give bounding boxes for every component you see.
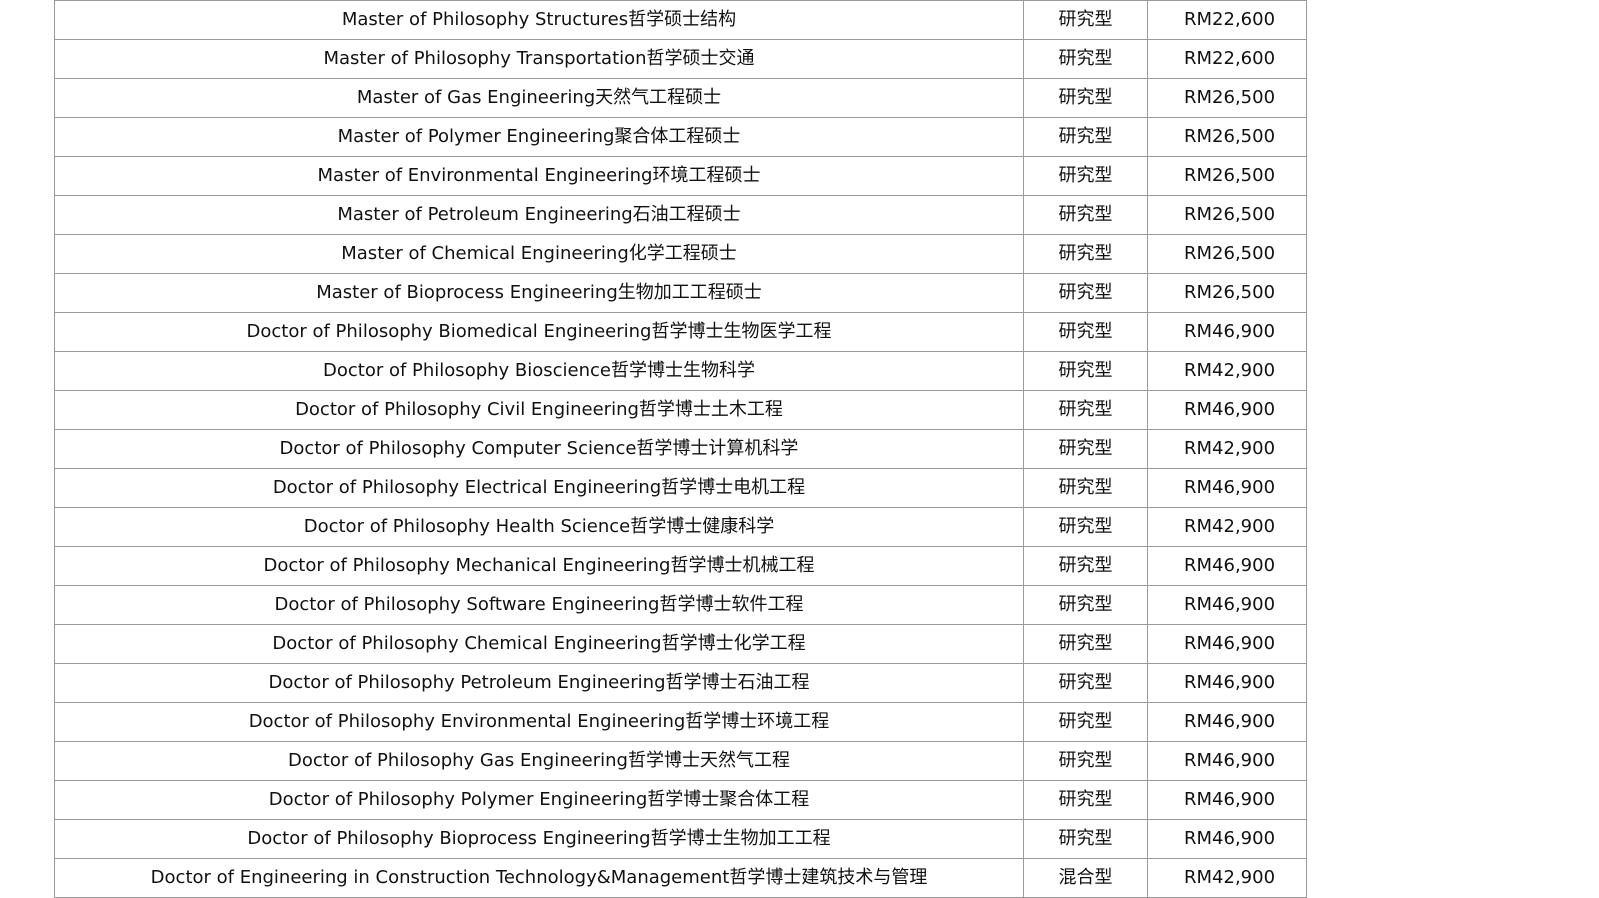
table-row: Doctor of Philosophy Polymer Engineering… bbox=[54, 780, 1307, 820]
table-row: Doctor of Philosophy Petroleum Engineeri… bbox=[54, 663, 1307, 703]
tuition-fee-cell: RM46,900 bbox=[1147, 390, 1307, 430]
tuition-fee-cell: RM26,500 bbox=[1147, 78, 1307, 118]
table-row: Doctor of Philosophy Mechanical Engineer… bbox=[54, 546, 1307, 586]
program-name-cell: Doctor of Philosophy Software Engineerin… bbox=[54, 585, 1024, 625]
table-row: Doctor of Philosophy Health Science哲学博士健… bbox=[54, 507, 1307, 547]
program-type-cell: 混合型 bbox=[1023, 858, 1148, 898]
program-name-cell: Doctor of Philosophy Chemical Engineerin… bbox=[54, 624, 1024, 664]
program-name-cell: Master of Polymer Engineering聚合体工程硕士 bbox=[54, 117, 1024, 157]
program-name-cell: Doctor of Philosophy Bioscience哲学博士生物科学 bbox=[54, 351, 1024, 391]
tuition-fee-cell: RM22,600 bbox=[1147, 39, 1307, 79]
table-row: Master of Polymer Engineering聚合体工程硕士 研究型… bbox=[54, 117, 1307, 157]
program-type-cell: 研究型 bbox=[1023, 663, 1148, 703]
program-name-cell: Doctor of Philosophy Electrical Engineer… bbox=[54, 468, 1024, 508]
program-type-cell: 研究型 bbox=[1023, 0, 1148, 40]
table-row: Master of Philosophy Transportation哲学硕士交… bbox=[54, 39, 1307, 79]
tuition-fee-cell: RM26,500 bbox=[1147, 156, 1307, 196]
program-type-cell: 研究型 bbox=[1023, 156, 1148, 196]
program-type-cell: 研究型 bbox=[1023, 702, 1148, 742]
tuition-fee-cell: RM26,500 bbox=[1147, 117, 1307, 157]
program-name-cell: Master of Chemical Engineering化学工程硕士 bbox=[54, 234, 1024, 274]
table-row: Doctor of Philosophy Biomedical Engineer… bbox=[54, 312, 1307, 352]
tuition-fee-cell: RM46,900 bbox=[1147, 468, 1307, 508]
tuition-fee-cell: RM46,900 bbox=[1147, 663, 1307, 703]
tuition-fee-cell: RM26,500 bbox=[1147, 195, 1307, 235]
tuition-fee-cell: RM26,500 bbox=[1147, 234, 1307, 274]
table-row: Master of Bioprocess Engineering生物加工工程硕士… bbox=[54, 273, 1307, 313]
tuition-fee-cell: RM26,500 bbox=[1147, 273, 1307, 313]
program-name-cell: Doctor of Philosophy Computer Science哲学博… bbox=[54, 429, 1024, 469]
program-type-cell: 研究型 bbox=[1023, 585, 1148, 625]
table-row: Doctor of Philosophy Bioprocess Engineer… bbox=[54, 819, 1307, 859]
program-name-cell: Doctor of Philosophy Gas Engineering哲学博士… bbox=[54, 741, 1024, 781]
program-name-cell: Doctor of Philosophy Civil Engineering哲学… bbox=[54, 390, 1024, 430]
program-type-cell: 研究型 bbox=[1023, 117, 1148, 157]
program-type-cell: 研究型 bbox=[1023, 741, 1148, 781]
table-row: Doctor of Philosophy Computer Science哲学博… bbox=[54, 429, 1307, 469]
tuition-fee-cell: RM42,900 bbox=[1147, 351, 1307, 391]
program-name-cell: Doctor of Philosophy Polymer Engineering… bbox=[54, 780, 1024, 820]
program-type-cell: 研究型 bbox=[1023, 312, 1148, 352]
tuition-fee-cell: RM42,900 bbox=[1147, 429, 1307, 469]
tuition-fee-cell: RM46,900 bbox=[1147, 585, 1307, 625]
tuition-fee-cell: RM22,600 bbox=[1147, 0, 1307, 40]
tuition-fee-cell: RM42,900 bbox=[1147, 858, 1307, 898]
tuition-fee-cell: RM46,900 bbox=[1147, 819, 1307, 859]
table-row: Doctor of Philosophy Environmental Engin… bbox=[54, 702, 1307, 742]
table-row: Master of Chemical Engineering化学工程硕士 研究型… bbox=[54, 234, 1307, 274]
program-name-cell: Master of Bioprocess Engineering生物加工工程硕士 bbox=[54, 273, 1024, 313]
table-row: Master of Philosophy Structures哲学硕士结构 研究… bbox=[54, 0, 1307, 40]
table-row: Master of Petroleum Engineering石油工程硕士 研究… bbox=[54, 195, 1307, 235]
table-row: Master of Gas Engineering天然气工程硕士 研究型 RM2… bbox=[54, 78, 1307, 118]
program-name-cell: Master of Petroleum Engineering石油工程硕士 bbox=[54, 195, 1024, 235]
program-type-cell: 研究型 bbox=[1023, 78, 1148, 118]
program-name-cell: Master of Philosophy Transportation哲学硕士交… bbox=[54, 39, 1024, 79]
program-type-cell: 研究型 bbox=[1023, 546, 1148, 586]
program-name-cell: Doctor of Philosophy Health Science哲学博士健… bbox=[54, 507, 1024, 547]
tuition-fee-cell: RM46,900 bbox=[1147, 312, 1307, 352]
program-name-cell: Doctor of Engineering in Construction Te… bbox=[54, 858, 1024, 898]
program-type-cell: 研究型 bbox=[1023, 273, 1148, 313]
program-type-cell: 研究型 bbox=[1023, 429, 1148, 469]
tuition-fee-cell: RM42,900 bbox=[1147, 507, 1307, 547]
program-name-cell: Doctor of Philosophy Environmental Engin… bbox=[54, 702, 1024, 742]
program-type-cell: 研究型 bbox=[1023, 624, 1148, 664]
program-name-cell: Doctor of Philosophy Petroleum Engineeri… bbox=[54, 663, 1024, 703]
table-row: Doctor of Philosophy Civil Engineering哲学… bbox=[54, 390, 1307, 430]
table-body: Master of Philosophy Structures哲学硕士结构 研究… bbox=[54, 0, 1307, 898]
table-row: Doctor of Philosophy Electrical Engineer… bbox=[54, 468, 1307, 508]
program-type-cell: 研究型 bbox=[1023, 234, 1148, 274]
table-row: Master of Environmental Engineering环境工程硕… bbox=[54, 156, 1307, 196]
program-name-cell: Master of Gas Engineering天然气工程硕士 bbox=[54, 78, 1024, 118]
program-type-cell: 研究型 bbox=[1023, 507, 1148, 547]
program-name-cell: Doctor of Philosophy Biomedical Engineer… bbox=[54, 312, 1024, 352]
program-type-cell: 研究型 bbox=[1023, 390, 1148, 430]
program-type-cell: 研究型 bbox=[1023, 39, 1148, 79]
table-row: Doctor of Philosophy Chemical Engineerin… bbox=[54, 624, 1307, 664]
tuition-fee-cell: RM46,900 bbox=[1147, 780, 1307, 820]
table-row: Doctor of Philosophy Bioscience哲学博士生物科学 … bbox=[54, 351, 1307, 391]
program-name-cell: Master of Environmental Engineering环境工程硕… bbox=[54, 156, 1024, 196]
program-fee-table-container: Master of Philosophy Structures哲学硕士结构 研究… bbox=[54, 0, 1307, 898]
tuition-fee-cell: RM46,900 bbox=[1147, 741, 1307, 781]
tuition-fee-cell: RM46,900 bbox=[1147, 624, 1307, 664]
program-type-cell: 研究型 bbox=[1023, 195, 1148, 235]
program-name-cell: Master of Philosophy Structures哲学硕士结构 bbox=[54, 0, 1024, 40]
program-type-cell: 研究型 bbox=[1023, 468, 1148, 508]
program-type-cell: 研究型 bbox=[1023, 351, 1148, 391]
table-row: Doctor of Engineering in Construction Te… bbox=[54, 858, 1307, 898]
program-type-cell: 研究型 bbox=[1023, 819, 1148, 859]
program-name-cell: Doctor of Philosophy Mechanical Engineer… bbox=[54, 546, 1024, 586]
program-fee-table: Master of Philosophy Structures哲学硕士结构 研究… bbox=[54, 0, 1307, 898]
program-name-cell: Doctor of Philosophy Bioprocess Engineer… bbox=[54, 819, 1024, 859]
tuition-fee-cell: RM46,900 bbox=[1147, 546, 1307, 586]
program-type-cell: 研究型 bbox=[1023, 780, 1148, 820]
tuition-fee-cell: RM46,900 bbox=[1147, 702, 1307, 742]
table-row: Doctor of Philosophy Software Engineerin… bbox=[54, 585, 1307, 625]
table-row: Doctor of Philosophy Gas Engineering哲学博士… bbox=[54, 741, 1307, 781]
